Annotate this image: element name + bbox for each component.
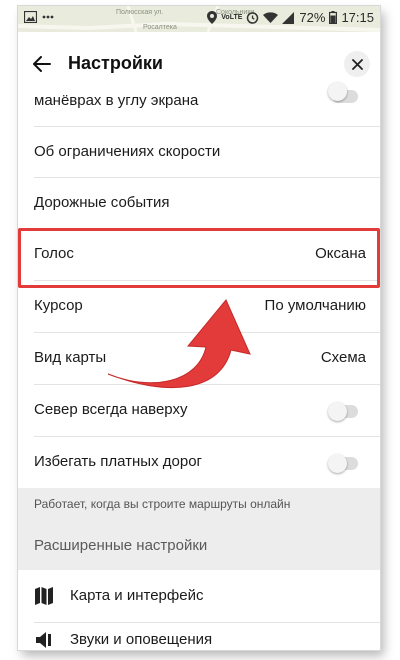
maneuvers-toggle[interactable] bbox=[328, 82, 358, 103]
settings-row-label: Курсор bbox=[34, 297, 83, 314]
settings-row-label: Север всегда наверху bbox=[34, 401, 188, 418]
status-bar: Полюсская ул. Сокольники Росалтека VoLTE… bbox=[18, 6, 380, 32]
settings-row-speed-limits[interactable]: Об ограничениях скорости bbox=[18, 127, 380, 177]
app-header: Настройки bbox=[18, 38, 380, 88]
settings-row-label: Карта и интерфейс bbox=[70, 587, 204, 604]
map-icon bbox=[35, 587, 53, 605]
toll-roads-note: Работает, когда вы строите маршруты онла… bbox=[34, 497, 291, 511]
map-label: Полюсская ул. bbox=[116, 9, 164, 16]
settings-row-sounds[interactable]: Звуки и оповещения bbox=[18, 623, 380, 650]
north-up-toggle[interactable] bbox=[328, 402, 358, 421]
settings-row-label: Вид карты bbox=[34, 349, 107, 366]
battery-percent: 72% bbox=[299, 10, 326, 25]
phone-screen: Полюсская ул. Сокольники Росалтека VoLTE… bbox=[18, 6, 380, 650]
clock: 17:15 bbox=[341, 10, 374, 25]
settings-footer: Работает, когда вы строите маршруты онла… bbox=[18, 488, 380, 570]
status-notifications bbox=[24, 11, 54, 23]
cursor-value: По умолчанию bbox=[264, 297, 366, 314]
toggle-knob bbox=[328, 454, 347, 473]
settings-row-avoid-tolls[interactable]: Избегать платных дорог bbox=[18, 437, 380, 487]
toggle-knob bbox=[328, 82, 347, 101]
map-label: Росалтека bbox=[143, 24, 177, 31]
battery-icon bbox=[329, 11, 338, 24]
status-system-icons: VoLTE 72% 17:15 bbox=[207, 10, 374, 25]
settings-row-label: манёврах в углу экрана bbox=[34, 92, 199, 109]
settings-row-label: Избегать платных дорог bbox=[34, 453, 203, 470]
settings-row-cursor[interactable]: Курсор По умолчанию bbox=[18, 281, 380, 331]
location-icon bbox=[207, 11, 218, 24]
close-button[interactable] bbox=[344, 51, 370, 77]
back-button[interactable] bbox=[28, 50, 56, 78]
page-title: Настройки bbox=[68, 53, 163, 73]
settings-row-maneuvers[interactable]: манёврах в углу экрана bbox=[18, 82, 380, 118]
settings-row-map-interface[interactable]: Карта и интерфейс bbox=[18, 570, 380, 622]
wifi-icon bbox=[263, 11, 279, 23]
settings-row-road-events[interactable]: Дорожные события bbox=[18, 178, 380, 228]
image-icon bbox=[24, 11, 37, 23]
dots-icon bbox=[42, 15, 54, 19]
settings-row-label: Звуки и оповещения bbox=[70, 631, 213, 648]
close-icon bbox=[351, 58, 363, 70]
speaker-icon bbox=[36, 632, 51, 648]
toggle-knob bbox=[328, 402, 347, 421]
voice-value: Оксана bbox=[315, 245, 366, 262]
settings-row-label: Дорожные события bbox=[34, 194, 170, 211]
settings-row-label: Об ограничениях скорости bbox=[34, 143, 221, 160]
map-view-value: Схема bbox=[320, 349, 366, 366]
avoid-tolls-toggle[interactable] bbox=[328, 454, 358, 473]
section-title-advanced: Расширенные настройки bbox=[34, 537, 208, 554]
alarm-icon bbox=[247, 12, 259, 24]
arrow-left-icon bbox=[33, 56, 51, 72]
settings-row-voice[interactable]: Голос Оксана bbox=[18, 229, 380, 279]
settings-row-map-view[interactable]: Вид карты Схема bbox=[18, 333, 380, 383]
settings-row-north-up[interactable]: Север всегда наверху bbox=[18, 385, 380, 435]
signal-icon bbox=[282, 11, 295, 24]
volte-icon: VoLTE bbox=[221, 14, 243, 21]
settings-row-label: Голос bbox=[34, 245, 74, 262]
